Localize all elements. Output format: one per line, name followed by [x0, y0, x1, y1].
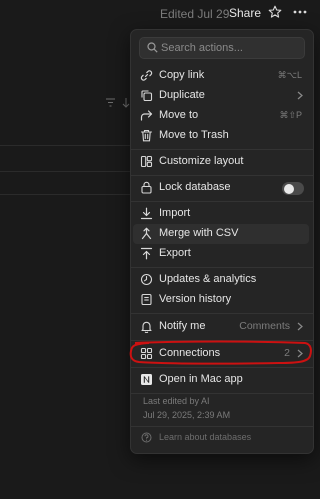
import-item[interactable]: Import	[133, 204, 309, 224]
share-button[interactable]: Share	[229, 6, 261, 20]
menu-divider	[131, 367, 313, 368]
move-to-shortcut: ⌘⇧P	[279, 110, 302, 120]
top-bar: Edited Jul 29 Share	[0, 0, 319, 28]
layout-icon	[140, 155, 153, 168]
table-divider	[0, 194, 130, 195]
notify-me-label: Notify me	[159, 320, 206, 332]
move-to-item[interactable]: Move to ⌘⇧P	[133, 106, 309, 126]
menu-divider	[131, 175, 313, 176]
table-divider	[0, 145, 130, 146]
link-icon	[140, 69, 153, 82]
star-icon[interactable]	[268, 5, 282, 19]
edited-timestamp: Edited Jul 29	[160, 7, 230, 21]
lock-database-item[interactable]: Lock database	[133, 178, 309, 198]
menu-divider	[131, 393, 313, 394]
version-history-icon	[140, 293, 153, 306]
filter-sort-icons[interactable]	[106, 97, 130, 109]
open-in-mac-app-label: Open in Mac app	[159, 373, 243, 385]
search-icon	[147, 42, 158, 53]
menu-divider	[131, 313, 313, 314]
notion-logo-icon	[140, 373, 153, 386]
chevron-right-icon	[297, 322, 303, 331]
lock-database-toggle[interactable]	[282, 182, 304, 195]
learn-about-databases-label: Learn about databases	[159, 432, 252, 442]
bell-icon	[140, 320, 153, 333]
merge-icon	[140, 227, 153, 240]
version-history-item[interactable]: Version history	[133, 290, 309, 310]
table-divider	[0, 171, 130, 172]
lock-database-label: Lock database	[159, 181, 231, 193]
open-in-mac-app-item[interactable]: Open in Mac app	[133, 370, 309, 390]
more-options-icon[interactable]	[292, 4, 308, 20]
help-circle-icon	[141, 432, 152, 443]
menu-divider	[131, 267, 313, 268]
notify-me-item[interactable]: Notify me Comments	[133, 317, 309, 337]
toggle-knob	[283, 183, 294, 194]
chevron-right-icon	[297, 91, 303, 100]
export-icon	[140, 247, 153, 260]
export-label: Export	[159, 247, 191, 259]
move-arrow-icon	[140, 109, 153, 122]
customize-layout-item[interactable]: Customize layout	[133, 152, 309, 172]
duplicate-label: Duplicate	[159, 89, 205, 101]
menu-divider	[131, 426, 313, 427]
copy-link-label: Copy link	[159, 69, 205, 81]
menu-divider	[131, 201, 313, 202]
merge-with-csv-item[interactable]: Merge with CSV	[133, 224, 309, 244]
merge-with-csv-label: Merge with CSV	[159, 227, 239, 239]
export-item[interactable]: Export	[133, 244, 309, 264]
search-actions-field[interactable]	[139, 37, 305, 59]
notify-me-value: Comments	[239, 320, 290, 332]
menu-divider	[131, 149, 313, 150]
move-to-label: Move to	[159, 109, 199, 121]
search-actions-input[interactable]	[161, 38, 299, 58]
last-edited-date: Jul 29, 2025, 2:39 AM	[143, 410, 231, 420]
version-history-label: Version history	[159, 293, 232, 305]
trash-icon	[140, 129, 153, 142]
import-label: Import	[159, 207, 191, 219]
customize-layout-label: Customize layout	[159, 155, 244, 167]
lock-icon	[140, 181, 153, 194]
move-to-trash-label: Move to Trash	[159, 129, 229, 141]
copy-link-item[interactable]: Copy link ⌘⌥L	[133, 66, 309, 86]
duplicate-item[interactable]: Duplicate	[133, 86, 309, 106]
duplicate-icon	[140, 89, 153, 102]
last-edited-by: Last edited by AI	[143, 396, 210, 406]
move-to-trash-item[interactable]: Move to Trash	[133, 126, 309, 146]
copy-link-shortcut: ⌘⌥L	[277, 70, 302, 80]
actions-menu: Copy link ⌘⌥L Duplicate Move to ⌘⇧P Move…	[130, 29, 314, 454]
import-icon	[140, 207, 153, 220]
highlight-annotation	[129, 340, 312, 365]
updates-analytics-item[interactable]: Updates & analytics	[133, 270, 309, 290]
clock-icon	[140, 273, 153, 286]
updates-analytics-label: Updates & analytics	[159, 273, 257, 285]
